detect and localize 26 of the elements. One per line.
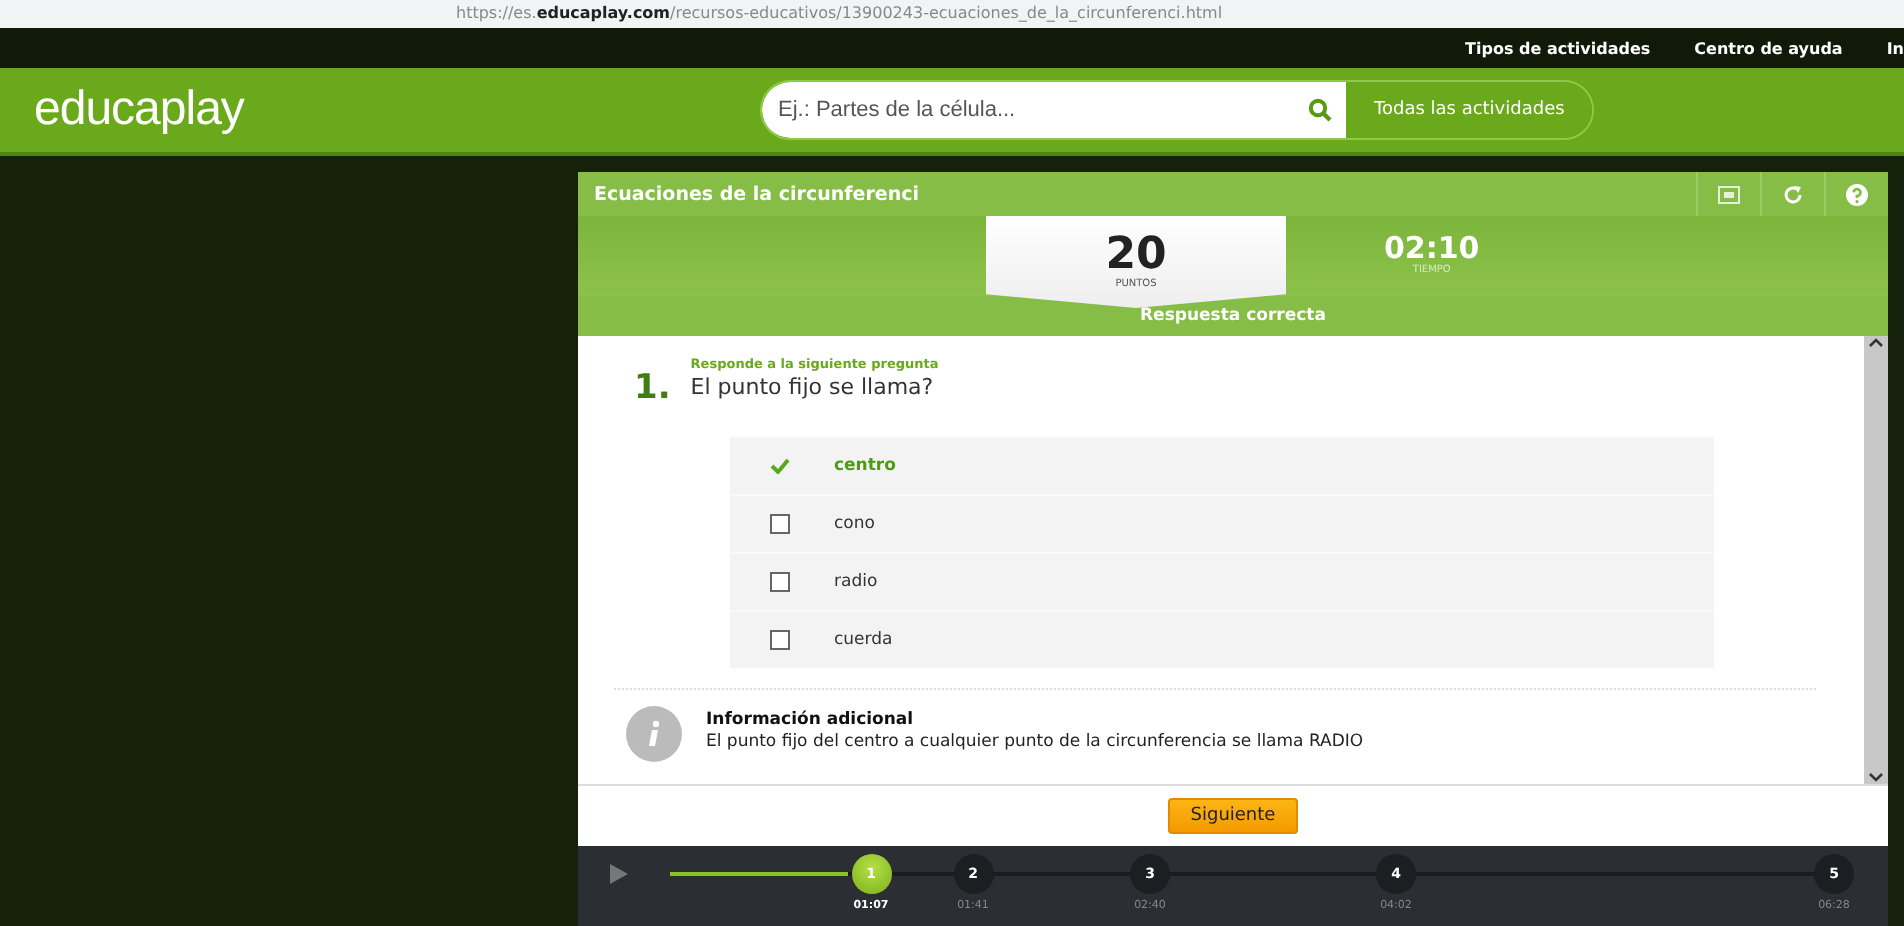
- answer-option[interactable]: radio: [834, 572, 878, 592]
- help-icon: [1846, 183, 1868, 205]
- play-icon: [610, 864, 628, 884]
- scrollbar[interactable]: [1864, 336, 1888, 784]
- next-button[interactable]: Siguiente: [1168, 798, 1298, 834]
- checkbox[interactable]: [770, 572, 790, 592]
- checkbox[interactable]: [770, 514, 790, 534]
- activity-title: Ecuaciones de la circunferenci: [592, 183, 921, 205]
- answer-option[interactable]: cono: [834, 514, 875, 534]
- timer-value: 02:10: [1384, 232, 1480, 264]
- nav-link[interactable]: Tipos de actividades: [1465, 39, 1651, 57]
- feedback-banner: Respuesta correcta: [578, 296, 1888, 336]
- question-text: El punto fijo se llama?: [690, 374, 936, 400]
- score-value: 20: [1105, 234, 1167, 278]
- answer-option[interactable]: cuerda: [834, 630, 893, 650]
- nav-link[interactable]: In: [1886, 39, 1904, 57]
- info-icon: [626, 706, 682, 762]
- info-title: Información adicional: [706, 710, 916, 730]
- refresh-icon: [1782, 183, 1804, 205]
- scroll-up-icon[interactable]: [1868, 336, 1884, 348]
- checkbox[interactable]: [770, 630, 790, 650]
- question-number: 1.: [634, 366, 671, 408]
- scroll-down-icon[interactable]: [1868, 772, 1884, 784]
- screen-icon: [1718, 185, 1740, 203]
- info-text: El punto fijo del centro a cualquier punto de la circunferencia se llama RADIO: [706, 732, 1364, 752]
- nav-link[interactable]: Centro de ayuda: [1694, 39, 1843, 57]
